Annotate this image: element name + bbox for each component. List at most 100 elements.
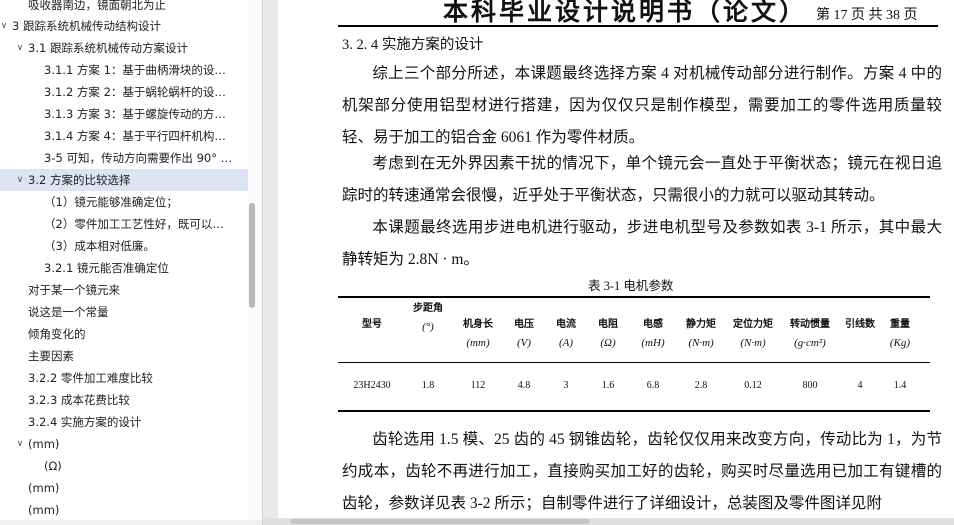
outline-item[interactable]: 吸收器南边，镜面朝北为止 xyxy=(0,0,248,16)
outline-item[interactable]: 倾角变化的 xyxy=(0,323,248,345)
paragraph-3-text: 本课题最终选用步进电机进行驱动，步进电机型号及参数如表 3-1 所示，其中最大静… xyxy=(342,219,942,268)
outline-item-label: 倾角变化的 xyxy=(28,327,86,341)
chevron-down-icon[interactable]: ∨ xyxy=(15,169,25,191)
paragraph-4: 齿轮选用 1.5 模、25 齿的 45 钢锥齿轮，齿轮仅仅用来改变方向，传动比为… xyxy=(342,424,942,518)
paragraph-4-text: 齿轮选用 1.5 模、25 齿的 45 钢锥齿轮，齿轮仅仅用来改变方向，传动比为… xyxy=(342,431,942,512)
outline-item[interactable]: (mm) xyxy=(0,477,248,499)
outline-item-label: 3.1 跟踪系统机械传动方案设计 xyxy=(28,41,188,55)
outline-item[interactable]: 3-5 可知，传动方向需要作出 90° … xyxy=(0,147,248,169)
outline-item[interactable]: 对于某一个镜元来 xyxy=(0,279,248,301)
table-header-name: 转动惯量 xyxy=(790,319,830,330)
table-header-unit: (Kg) xyxy=(889,337,911,349)
outline-item-label: 3.1.2 方案 2：基于蜗轮蜗杆的设… xyxy=(44,85,226,99)
table-mid-rule xyxy=(338,362,930,363)
outline-item-label: 说这是一个常量 xyxy=(28,305,109,319)
table-header-cell: 重量 (Kg) xyxy=(872,316,928,352)
outline-item[interactable]: (mm) xyxy=(0,499,248,521)
table-cell: 112 xyxy=(470,380,486,391)
outline-item-label: 对于某一个镜元来 xyxy=(28,283,120,297)
table-header-cell: 静力矩 (N·m) xyxy=(673,316,729,352)
paragraph-2: 考虑到在无外界因素干扰的情况下，单个镜元会一直处于平衡状态；镜元在视日追踪时的转… xyxy=(342,148,942,212)
outline-item-label: 吸收器南边，镜面朝北为止 xyxy=(28,0,166,12)
outline-item-label: 3.2.4 实施方案的设计 xyxy=(28,415,142,429)
outline-item[interactable]: 3.1.3 方案 3：基于螺旋传动的方… xyxy=(0,103,248,125)
outline-item[interactable]: ∨ 3.1 跟踪系统机械传动方案设计 xyxy=(0,37,248,59)
table-header-name: 电压 xyxy=(514,319,534,330)
table-header-unit: (°) xyxy=(422,321,434,333)
document-horizontal-scrollbar-thumb[interactable] xyxy=(290,519,590,524)
outline-item-label: （2）零件加工工艺性好，既可以… xyxy=(44,217,224,231)
table-cell: 23H2430 xyxy=(353,380,391,391)
outline-item[interactable]: 3.2.4 实施方案的设计 xyxy=(0,411,248,433)
outline-item-label: 3.1.1 方案 1：基于曲柄滑块的设… xyxy=(44,63,226,77)
page-header-title: 本科毕业设计说明书（论文） xyxy=(443,0,808,26)
table-header-unit: (g·cm²) xyxy=(794,337,826,349)
outline-item[interactable]: 3.2.3 成本花费比较 xyxy=(0,389,248,411)
outline-item[interactable]: 3.2.1 镜元能否准确定位 xyxy=(0,257,248,279)
chevron-down-icon[interactable]: ∨ xyxy=(15,37,25,59)
outline-item-label: 3.2.3 成本花费比较 xyxy=(28,393,130,407)
outline-item-label: 主要因素 xyxy=(28,349,74,363)
outline-bottom-bar xyxy=(0,520,262,525)
table-cell: 2.8 xyxy=(694,380,708,391)
table-header-name: 重量 xyxy=(890,319,910,330)
outline-item[interactable]: ∨ (mm) xyxy=(0,433,248,455)
outline-item[interactable]: （2）零件加工工艺性好，既可以… xyxy=(0,213,248,235)
outline-item-label: 3 跟踪系统机械传动结构设计 xyxy=(12,19,161,33)
table-header-name: 电感 xyxy=(643,319,663,330)
table-cell: 0.12 xyxy=(744,380,762,391)
table-header-cell: 型号 xyxy=(344,316,400,334)
table-header-name: 电阻 xyxy=(598,319,618,330)
table-header-name: 静力矩 xyxy=(686,319,716,330)
outline-item-label: (mm) xyxy=(28,437,60,451)
table-header-name: 步距角 xyxy=(413,303,443,314)
outline-item[interactable]: 3.1.1 方案 1：基于曲柄滑块的设… xyxy=(0,59,248,81)
table-header-name: 电流 xyxy=(556,319,576,330)
table-top-rule xyxy=(338,296,930,298)
chevron-down-icon[interactable]: ∨ xyxy=(15,433,25,455)
outline-item-label: (Ω) xyxy=(44,459,62,473)
outline-item[interactable]: 3.2.2 零件加工难度比较 xyxy=(0,367,248,389)
table-header-name: 引线数 xyxy=(845,319,875,330)
outline-item-label: 3.2.1 镜元能否准确定位 xyxy=(44,261,169,275)
table-header-unit: (N·m) xyxy=(740,337,766,349)
section-heading: 3. 2. 4 实施方案的设计 xyxy=(342,37,484,53)
table-caption: 表 3-1 电机参数 xyxy=(588,279,674,293)
outline-item-label: (mm) xyxy=(28,481,60,495)
outline-item[interactable]: ∨ 3.2 方案的比较选择 xyxy=(0,169,248,191)
outline-item[interactable]: (Ω) xyxy=(0,455,248,477)
table-header-cell: 定位力矩 (N·m) xyxy=(725,316,781,352)
table-header-name: 机身长 xyxy=(463,319,493,330)
chevron-down-icon[interactable]: ∨ xyxy=(0,15,9,37)
table-bottom-rule xyxy=(338,410,930,412)
outline-item-label: (mm) xyxy=(28,503,60,517)
page-number: 第 17 页 共 38 页 xyxy=(816,8,918,23)
table-cell: 1.4 xyxy=(893,380,907,391)
document-page: 本科毕业设计说明书（论文） 第 17 页 共 38 页 3. 2. 4 实施方案… xyxy=(278,0,954,518)
outline-item-label: 3.1.3 方案 3：基于螺旋传动的方… xyxy=(44,107,226,121)
table-header-name: 定位力矩 xyxy=(733,319,773,330)
outline-item[interactable]: 3.1.2 方案 2：基于蜗轮蜗杆的设… xyxy=(0,81,248,103)
outline-item-label: 3.2 方案的比较选择 xyxy=(28,173,131,187)
paragraph-1: 综上三个部分所述，本课题最终选择方案 4 对机械传动部分进行制作。方案 4 中的… xyxy=(342,58,942,154)
table-cell: 1.8 xyxy=(421,380,435,391)
outline-item-label: （1）镜元能够准确定位； xyxy=(44,195,178,209)
paragraph-1-text: 综上三个部分所述，本课题最终选择方案 4 对机械传动部分进行制作。方案 4 中的… xyxy=(342,65,942,146)
table-cell: 1.6 xyxy=(601,380,615,391)
outline-item-label: 3.1.4 方案 4：基于平行四杆机构… xyxy=(44,129,226,143)
outline-scrollbar-thumb[interactable] xyxy=(249,203,255,308)
outline-item[interactable]: 3.1.4 方案 4：基于平行四杆机构… xyxy=(0,125,248,147)
table-header-name: 型号 xyxy=(362,319,382,330)
paragraph-3: 本课题最终选用步进电机进行驱动，步进电机型号及参数如表 3-1 所示，其中最大静… xyxy=(342,212,942,276)
outline-item[interactable]: 说这是一个常量 xyxy=(0,301,248,323)
outline-item[interactable]: （3）成本相对低廉。 xyxy=(0,235,248,257)
outline-item-label: 3.2.2 零件加工难度比较 xyxy=(28,371,153,385)
table-cell: 6.8 xyxy=(646,380,660,391)
outline-item[interactable]: （1）镜元能够准确定位； xyxy=(0,191,248,213)
header-rule xyxy=(338,25,938,27)
outline-item[interactable]: ∨ 3 跟踪系统机械传动结构设计 xyxy=(0,15,248,37)
table-header-unit: (N·m) xyxy=(688,337,714,349)
outline-item[interactable]: 主要因素 xyxy=(0,345,248,367)
outline-item-label: （3）成本相对低廉。 xyxy=(44,239,155,253)
table-cell: 800 xyxy=(802,380,818,391)
